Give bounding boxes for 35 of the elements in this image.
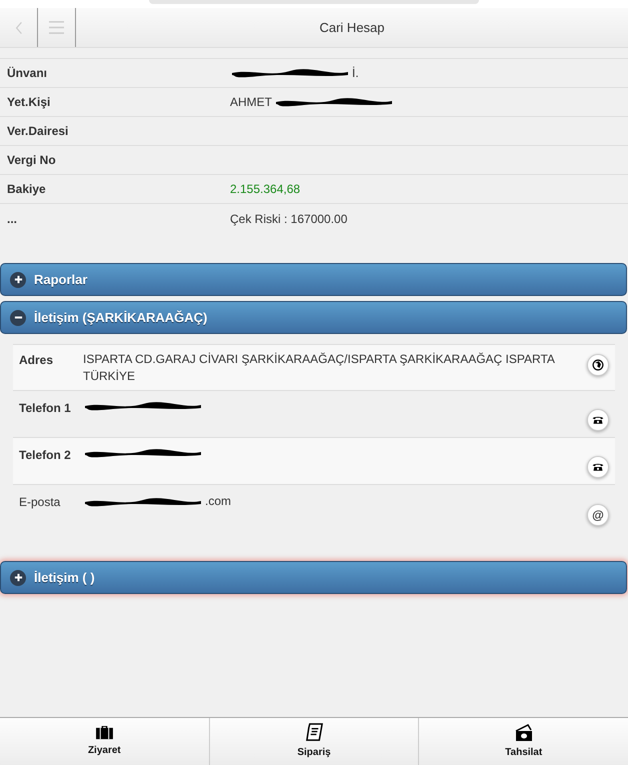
contact-label: E-posta	[19, 494, 62, 511]
field-value: .com	[205, 493, 232, 510]
cash-icon	[514, 724, 534, 742]
plus-icon	[10, 272, 26, 288]
section-header[interactable]: İletişim (ŞARKİKARAAĞAÇ)	[0, 301, 627, 334]
field-value: 2.155.364,68	[230, 181, 300, 198]
field-label: Ver.Dairesi	[6, 123, 70, 140]
globe-icon[interactable]	[587, 354, 609, 376]
page-title: Cari Hesap	[319, 18, 385, 37]
address-text: ISPARTA CD.GARAJ CİVARI ŞARKİKARAAĞAÇ/ISPARTA ŞARKİKARAAĞAÇ ISPARTA TÜRKİYE	[83, 352, 554, 383]
field-label: Bakiye	[6, 181, 47, 198]
contact-label: Telefon 1	[19, 400, 72, 417]
chevron-left-icon	[14, 20, 22, 34]
minus-icon	[10, 310, 26, 326]
field-value: Çek Riski : 167000.00	[230, 210, 348, 228]
phone-icon[interactable]	[587, 456, 609, 478]
contact-label: Telefon 2	[19, 447, 72, 464]
section-header[interactable]: İletişim ( )	[0, 561, 627, 594]
document-list-icon	[304, 723, 324, 742]
section-header[interactable]: Raporlar	[0, 263, 627, 296]
menu-icon	[48, 20, 65, 35]
field-value: AHMET	[230, 94, 272, 111]
briefcase-icon	[94, 725, 114, 740]
footer-tab[interactable]: Tahsilat	[419, 718, 628, 765]
at-sign-icon[interactable]: @	[587, 504, 609, 526]
footer-tab[interactable]: Ziyaret	[0, 718, 210, 765]
field-label: Ünvanı	[6, 65, 48, 82]
field-label: Yet.Kişi	[6, 94, 52, 111]
field-label: Vergi No	[6, 152, 57, 169]
footer-tab[interactable]: Sipariş	[210, 718, 420, 765]
field-value: İ.	[352, 65, 359, 82]
phone-icon[interactable]	[587, 409, 609, 431]
plus-icon	[10, 570, 26, 586]
field-label: ...	[6, 210, 18, 228]
contact-label: Adres	[19, 352, 54, 369]
